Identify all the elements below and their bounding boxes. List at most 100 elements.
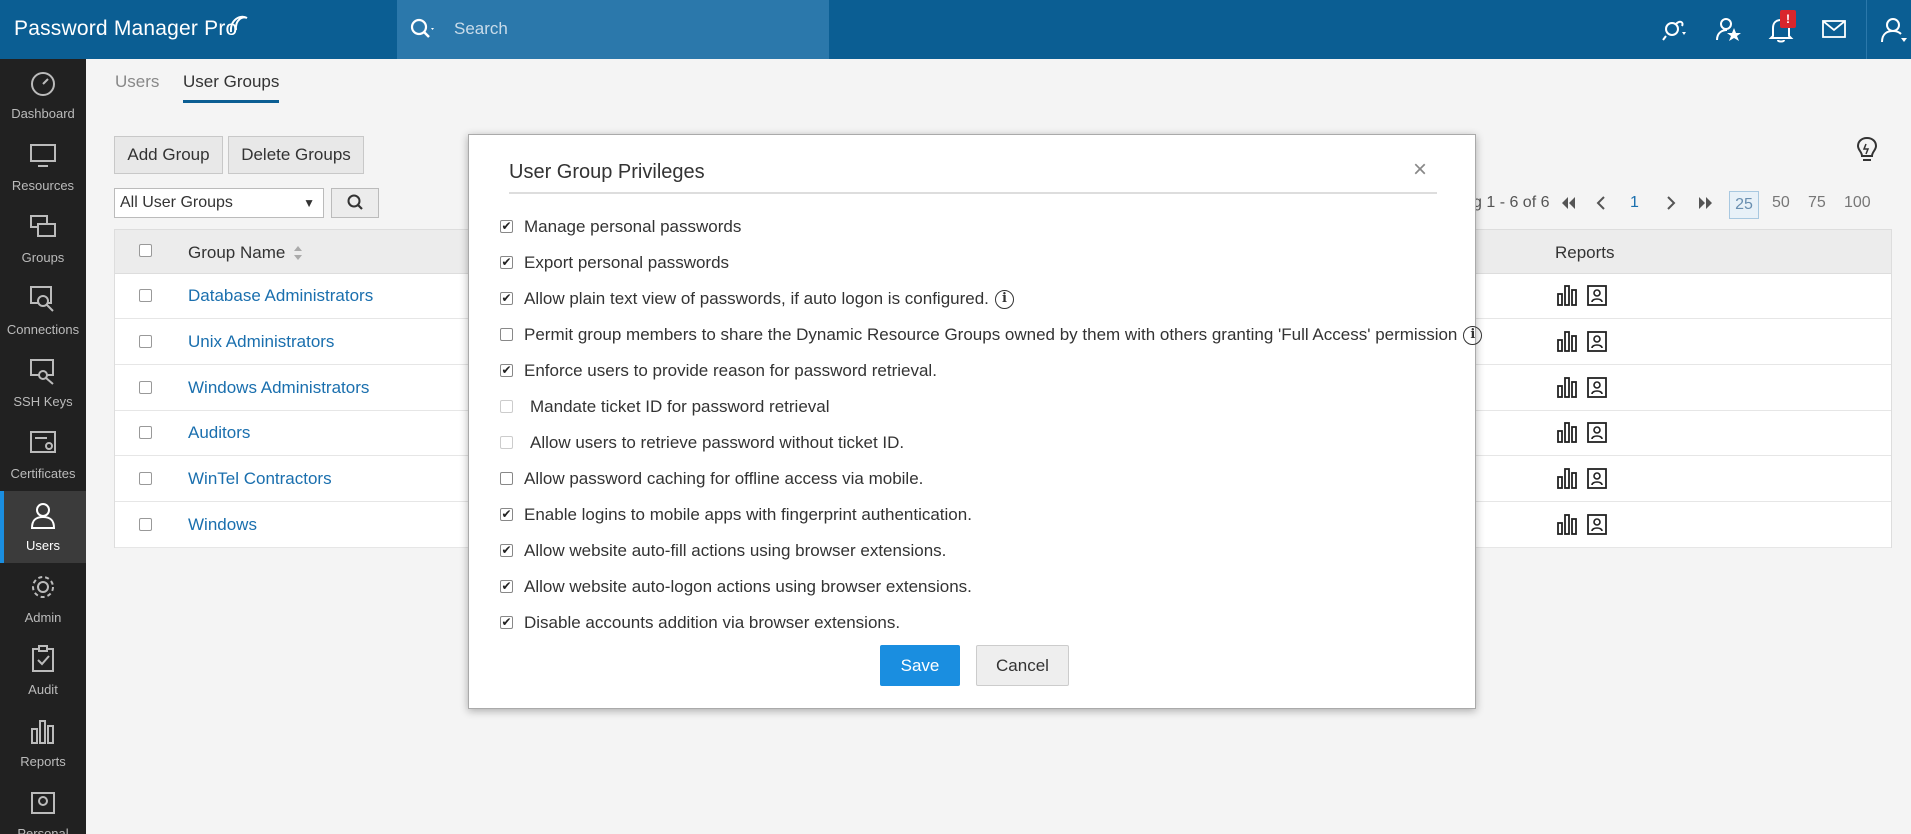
bar-chart-icon[interactable]: [1557, 330, 1577, 352]
bar-chart-icon[interactable]: [1557, 467, 1577, 489]
sidebar-item-users[interactable]: Users: [0, 491, 86, 563]
favorites-icon[interactable]: [1715, 16, 1743, 44]
search-box[interactable]: Search: [397, 0, 829, 59]
reports-user-button[interactable]: [1587, 330, 1607, 357]
cancel-button[interactable]: Cancel: [976, 645, 1069, 686]
privilege-label-text: Export personal passwords: [524, 253, 730, 272]
row-checkbox[interactable]: [139, 518, 152, 531]
search-input[interactable]: Search: [454, 19, 508, 39]
row-checkbox[interactable]: [139, 472, 152, 485]
close-icon[interactable]: ×: [1413, 156, 1427, 184]
sidebar-item-groups[interactable]: Groups: [0, 203, 86, 275]
app-logo[interactable]: Password Manager Pro: [14, 17, 237, 41]
report-user-icon[interactable]: [1587, 421, 1607, 443]
privilege-checkbox[interactable]: ✔: [500, 220, 513, 233]
group-name-link[interactable]: WinTel Contractors: [188, 469, 332, 489]
sidebar-item-ssh-keys[interactable]: SSH Keys: [0, 347, 86, 419]
pagination-summary: g 1 - 6 of 6: [1473, 194, 1550, 211]
bar-chart-icon[interactable]: [1557, 421, 1577, 443]
row-checkbox[interactable]: [139, 381, 152, 394]
report-user-icon[interactable]: [1587, 284, 1607, 306]
group-name-link[interactable]: Windows Administrators: [188, 378, 369, 398]
bar-chart-icon: [31, 720, 54, 744]
prev-page-icon[interactable]: [1596, 196, 1606, 210]
report-user-icon[interactable]: [1587, 330, 1607, 352]
connections-icon: [30, 286, 54, 312]
privilege-label-text: Allow users to retrieve password without…: [530, 433, 905, 452]
last-page-icon[interactable]: [1698, 196, 1714, 210]
sort-icon[interactable]: [293, 245, 303, 261]
privilege-checkbox[interactable]: ✔: [500, 616, 513, 629]
sidebar-item-admin[interactable]: Admin: [0, 563, 86, 635]
delete-groups-button[interactable]: Delete Groups: [228, 136, 364, 174]
report-user-icon[interactable]: [1587, 513, 1607, 535]
tab-users[interactable]: Users: [115, 72, 159, 92]
group-filter-select[interactable]: All User Groups ▼: [114, 188, 324, 218]
privilege-checkbox[interactable]: [500, 472, 513, 485]
privilege-checkbox[interactable]: ✔: [500, 364, 513, 377]
next-page-icon[interactable]: [1666, 196, 1676, 210]
privilege-checkbox[interactable]: [500, 328, 513, 341]
personal-icon: [31, 792, 55, 814]
reports-chart-button[interactable]: [1557, 376, 1577, 403]
row-checkbox[interactable]: [139, 335, 152, 348]
privilege-checkbox[interactable]: ✔: [500, 580, 513, 593]
reports-user-button[interactable]: [1587, 467, 1607, 494]
sidebar-item-reports[interactable]: Reports: [0, 707, 86, 779]
privilege-checkbox[interactable]: ✔: [500, 256, 513, 269]
info-icon[interactable]: i: [994, 290, 1014, 310]
reports-user-button[interactable]: [1587, 284, 1607, 311]
column-header-group-name[interactable]: Group Name: [188, 243, 285, 263]
reports-user-button[interactable]: [1587, 376, 1607, 403]
report-user-icon[interactable]: [1587, 376, 1607, 398]
sidebar-item-resources[interactable]: Resources: [0, 131, 86, 203]
bar-chart-icon[interactable]: [1557, 376, 1577, 398]
reports-chart-button[interactable]: [1557, 421, 1577, 448]
group-name-link[interactable]: Windows: [188, 515, 257, 535]
add-group-button[interactable]: Add Group: [114, 136, 223, 174]
page-size-option-selected[interactable]: 25: [1729, 191, 1759, 219]
privilege-label-text: Disable accounts addition via browser ex…: [524, 613, 901, 632]
privilege-checkbox[interactable]: ✔: [500, 508, 513, 521]
sidebar-item-dashboard[interactable]: Dashboard: [0, 59, 86, 131]
current-page[interactable]: 1: [1630, 194, 1639, 212]
sidebar-item-connections[interactable]: Connections: [0, 275, 86, 347]
connections-icon[interactable]: [1660, 16, 1688, 44]
reports-chart-button[interactable]: [1557, 330, 1577, 357]
info-icon[interactable]: i: [1463, 326, 1483, 346]
privilege-label-text: Allow website auto-fill actions using br…: [524, 541, 947, 560]
sidebar-item-personal[interactable]: Personal: [0, 779, 86, 834]
mail-icon[interactable]: [1822, 20, 1846, 38]
select-all-checkbox[interactable]: [139, 244, 152, 257]
lightbulb-icon[interactable]: [1855, 136, 1879, 166]
privilege-checkbox[interactable]: ✔: [500, 292, 513, 305]
save-button[interactable]: Save: [880, 645, 960, 686]
row-checkbox[interactable]: [139, 289, 152, 302]
sidebar-item-label: Resources: [11, 178, 75, 193]
first-page-icon[interactable]: [1560, 196, 1576, 210]
page-size-option[interactable]: 100: [1844, 194, 1871, 212]
sidebar-item-label: Certificates: [10, 466, 76, 481]
bar-chart-icon[interactable]: [1557, 513, 1577, 535]
reports-user-button[interactable]: [1587, 513, 1607, 540]
row-checkbox[interactable]: [139, 426, 152, 439]
tab-user-groups[interactable]: User Groups: [183, 72, 280, 103]
sidebar-item-certificates[interactable]: Certificates: [0, 419, 86, 491]
page-size-option[interactable]: 75: [1808, 194, 1826, 212]
group-name-link[interactable]: Auditors: [188, 423, 250, 443]
group-name-link[interactable]: Unix Administrators: [188, 332, 334, 352]
privilege-checkbox: [500, 436, 513, 449]
privilege-checkbox[interactable]: ✔: [500, 544, 513, 557]
reports-chart-button[interactable]: [1557, 284, 1577, 311]
sidebar-item-audit[interactable]: Audit: [0, 635, 86, 707]
user-icon[interactable]: [1880, 16, 1908, 44]
search-icon[interactable]: [409, 16, 437, 42]
reports-user-button[interactable]: [1587, 421, 1607, 448]
report-user-icon[interactable]: [1587, 467, 1607, 489]
bar-chart-icon[interactable]: [1557, 284, 1577, 306]
reports-chart-button[interactable]: [1557, 513, 1577, 540]
group-name-link[interactable]: Database Administrators: [188, 286, 373, 306]
page-size-option[interactable]: 50: [1772, 194, 1790, 212]
filter-search-button[interactable]: [331, 188, 379, 218]
reports-chart-button[interactable]: [1557, 467, 1577, 494]
